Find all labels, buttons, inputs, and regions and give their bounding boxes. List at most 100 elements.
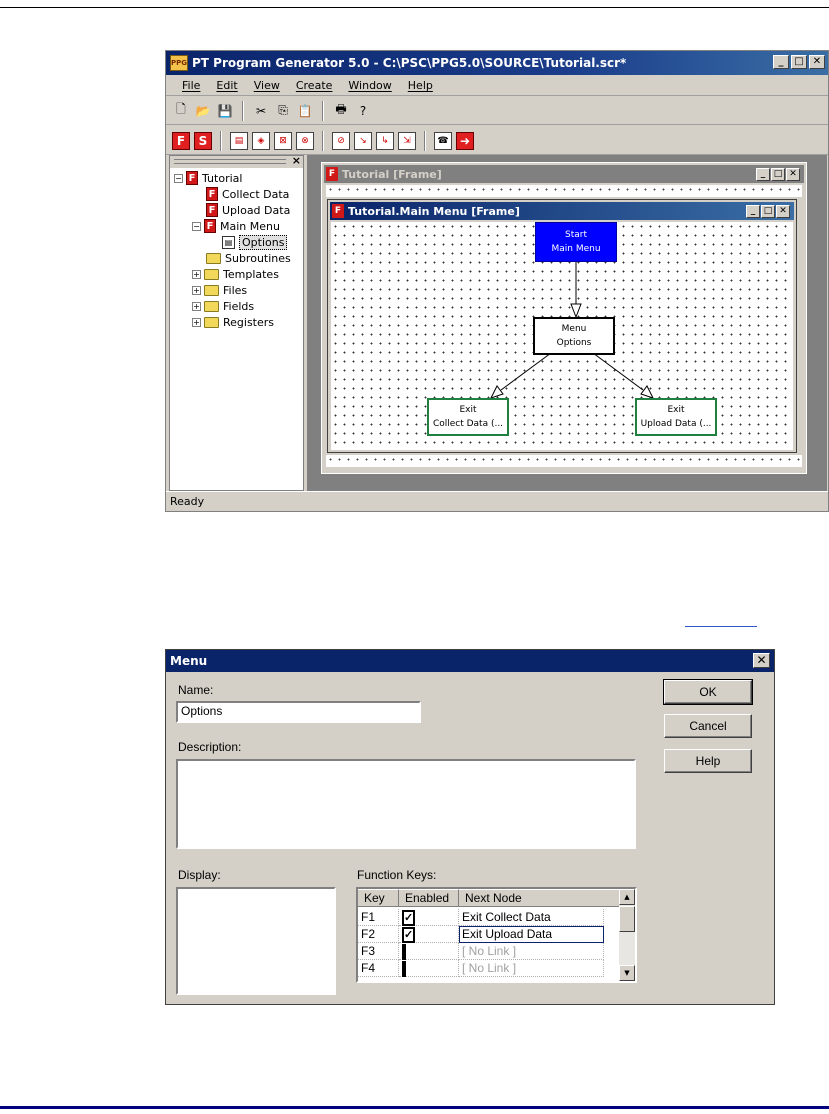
link-3-icon[interactable]: ↳ — [376, 131, 394, 150]
expand-icon[interactable]: + — [192, 285, 201, 295]
subroutine-s-icon[interactable]: S — [194, 131, 212, 150]
minimize-button[interactable]: _ — [746, 205, 760, 218]
scroll-up-icon[interactable]: ▲ — [619, 889, 635, 905]
ok-button[interactable]: OK — [663, 679, 753, 705]
scroll-down-icon[interactable]: ▼ — [619, 965, 635, 981]
enabled-cell[interactable] — [399, 960, 459, 977]
checkbox-unchecked-icon[interactable] — [402, 961, 406, 977]
minimize-button[interactable]: _ — [773, 55, 789, 69]
tree-item-registers[interactable]: + Registers — [192, 314, 274, 330]
collapse-icon[interactable]: − — [174, 173, 183, 183]
menu-window[interactable]: Window — [348, 79, 391, 92]
node-type-2-icon[interactable]: ⊗ — [296, 131, 314, 150]
checkbox-checked-icon[interactable]: ✓ — [402, 927, 416, 943]
name-field[interactable]: Options — [176, 701, 421, 723]
next-node-cell[interactable]: Exit Collect Data — [459, 909, 604, 926]
enabled-cell[interactable]: ✓ — [399, 926, 459, 943]
display-field[interactable] — [176, 887, 336, 995]
key-cell: F2 — [358, 926, 399, 943]
table-row[interactable]: F4 [ No Link ] — [358, 960, 604, 977]
minimize-button[interactable]: _ — [756, 168, 770, 181]
menu-edit[interactable]: Edit — [216, 79, 237, 92]
frame-window-controls: _ □ ✕ — [756, 168, 800, 181]
exit-collect-node[interactable]: Exit Collect Data (... — [427, 398, 509, 436]
scroll-thumb[interactable] — [619, 906, 635, 932]
column-header-key[interactable]: Key — [358, 889, 399, 907]
next-node-cell[interactable]: [ No Link ] — [459, 943, 604, 960]
start-node[interactable]: Start Main Menu — [535, 222, 617, 262]
tree-item-upload-data[interactable]: F Upload Data — [206, 202, 290, 218]
options-icon[interactable]: ▤ — [230, 131, 248, 150]
menu-options-node[interactable]: Menu Options — [533, 317, 615, 355]
column-header-next-node[interactable]: Next Node — [459, 889, 621, 907]
tree-panel-grip[interactable]: × — [170, 154, 303, 168]
tree-item-templates[interactable]: + Templates — [192, 266, 279, 282]
tutorial-frame-titlebar[interactable]: F Tutorial [Frame] _ □ ✕ — [324, 165, 804, 183]
next-node-cell[interactable]: [ No Link ] — [459, 960, 604, 977]
menu-help[interactable]: Help — [408, 79, 433, 92]
tree-item-main-menu[interactable]: − F Main Menu — [192, 218, 280, 234]
table-row[interactable]: F3 [ No Link ] — [358, 943, 604, 960]
description-field[interactable] — [176, 759, 636, 849]
main-menu-frame-titlebar[interactable]: F Tutorial.Main Menu [Frame] _ □ ✕ — [330, 202, 794, 220]
phone-icon[interactable]: ☎ — [434, 131, 452, 150]
tree-item-files[interactable]: + Files — [192, 282, 247, 298]
grid-scrollbar[interactable]: ▲ ▼ — [619, 889, 635, 981]
enabled-cell[interactable] — [399, 943, 459, 960]
help-button[interactable]: Help — [664, 749, 752, 773]
node-type-icon[interactable]: ⊠ — [274, 131, 292, 150]
frame-icon: F — [204, 219, 216, 233]
maximize-button[interactable]: □ — [761, 205, 775, 218]
tree-item-fields[interactable]: + Fields — [192, 298, 254, 314]
print-icon[interactable]: 🖶 — [332, 102, 350, 120]
options-node-icon: ▤ — [222, 235, 235, 249]
copy-icon[interactable]: ⎘ — [274, 102, 292, 120]
next-node-cell[interactable]: Exit Upload Data — [459, 926, 604, 943]
expand-icon[interactable]: + — [192, 301, 201, 311]
checkbox-unchecked-icon[interactable] — [402, 944, 406, 960]
cut-icon[interactable]: ✂ — [252, 102, 270, 120]
column-header-enabled[interactable]: Enabled — [399, 889, 459, 907]
enabled-cell[interactable]: ✓ — [399, 909, 459, 926]
exit-upload-node[interactable]: Exit Upload Data (... — [635, 398, 717, 436]
menu-view[interactable]: View — [254, 79, 280, 92]
menu-create[interactable]: Create — [296, 79, 333, 92]
tree-item-collect-data[interactable]: F Collect Data — [206, 186, 289, 202]
flow-canvas[interactable]: Start Main Menu Menu Options Exit Collec… — [331, 222, 793, 450]
save-icon[interactable]: 💾 — [216, 102, 234, 120]
help-question-icon[interactable]: ? — [354, 102, 372, 120]
close-panel-icon[interactable]: × — [292, 154, 301, 167]
frame-f-icon[interactable]: F — [172, 131, 190, 150]
tree-item-options[interactable]: ▤ Options — [222, 234, 288, 250]
menu-node-icon[interactable]: ◈ — [252, 131, 270, 150]
close-button[interactable]: ✕ — [776, 205, 790, 218]
menu-file[interactable]: File — [182, 79, 200, 92]
link-icon[interactable]: ⊘ — [332, 131, 350, 150]
paste-icon[interactable]: 📋 — [296, 102, 314, 120]
expand-icon[interactable]: + — [192, 317, 201, 327]
ppg-app-window: PPG PT Program Generator 5.0 - C:\PSC\PP… — [165, 50, 829, 512]
table-row[interactable]: F2 ✓ Exit Upload Data — [358, 926, 604, 943]
checkbox-checked-icon[interactable]: ✓ — [402, 910, 416, 926]
link-2-icon[interactable]: ↘ — [354, 131, 372, 150]
expand-icon[interactable]: + — [192, 269, 201, 279]
new-file-icon[interactable]: 🗋 — [172, 102, 190, 120]
node-toolbar: F S ▤ ◈ ⊠ ⊗ ⊘ ↘ ↳ ⇲ ☎ ➜ — [166, 127, 828, 155]
tree-item-root[interactable]: − F Tutorial — [174, 170, 242, 186]
close-icon[interactable]: ✕ — [753, 653, 770, 668]
open-folder-icon[interactable]: 📂 — [194, 102, 212, 120]
cancel-button[interactable]: Cancel — [664, 714, 752, 738]
window-controls: _ □ ✕ — [773, 55, 825, 69]
toolbar-separator — [220, 130, 222, 151]
maximize-button[interactable]: □ — [771, 168, 785, 181]
tree-item-subroutines[interactable]: Subroutines — [206, 250, 291, 266]
status-bar: Ready — [166, 491, 828, 511]
close-button[interactable]: ✕ — [809, 55, 825, 69]
table-row[interactable]: F1 ✓ Exit Collect Data — [358, 909, 604, 926]
close-button[interactable]: ✕ — [786, 168, 800, 181]
link-underline[interactable] — [685, 626, 757, 627]
maximize-button[interactable]: □ — [791, 55, 807, 69]
collapse-icon[interactable]: − — [192, 221, 201, 231]
exit-arrow-icon[interactable]: ➜ — [456, 131, 474, 150]
link-4-icon[interactable]: ⇲ — [398, 131, 416, 150]
